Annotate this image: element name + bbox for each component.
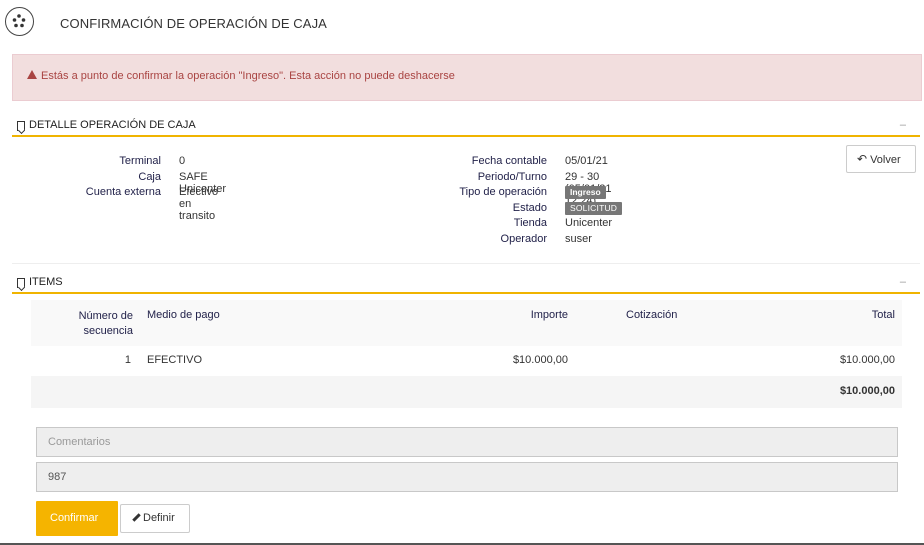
confirm-button[interactable]: Confirmar: [36, 501, 118, 536]
col-total: Total: [871, 309, 895, 321]
page-header: CONFIRMACIÓN DE OPERACIÓN DE CAJA: [0, 0, 924, 48]
bookmark-icon: [17, 278, 25, 288]
terminal-value: 0: [179, 155, 186, 167]
page-title: CONFIRMACIÓN DE OPERACIÓN DE CAJA: [60, 16, 327, 31]
warning-alert: Estás a punto de confirmar la operación …: [12, 54, 922, 101]
define-button[interactable]: Definir: [120, 504, 190, 533]
code-input[interactable]: 987: [36, 462, 898, 492]
row-importe: $10.000,00: [512, 354, 568, 366]
undo-arrow-icon: ↶: [857, 152, 868, 166]
items-table: Número de secuencia Medio de pago Import…: [31, 300, 902, 408]
col-cotizacion: Cotización: [626, 309, 678, 321]
estado-label: Estado: [512, 201, 547, 214]
tienda-value: Unicenter: [565, 217, 613, 229]
terminal-label: Terminal: [119, 155, 161, 167]
col-seq-line1: Número de: [78, 310, 133, 322]
alert-message: Estás a punto de confirmar la operación …: [41, 70, 455, 82]
tipo-operacion-label: Tipo de operación: [459, 186, 547, 198]
table-row: 1 EFECTIVO $10.000,00 $10.000,00: [31, 346, 902, 376]
cuenta-externa-value: Efectivo en transito: [179, 186, 219, 222]
col-seq-line2: secuencia: [83, 325, 133, 337]
comments-input[interactable]: Comentarios: [36, 427, 898, 457]
tienda-label: Tienda: [513, 217, 547, 229]
table-footer: $10.000,00: [31, 376, 902, 408]
estado-badge: SOLICITUD: [565, 201, 623, 215]
collapse-detail-button[interactable]: –: [900, 119, 906, 131]
col-importe: Importe: [530, 309, 568, 321]
items-section-header[interactable]: ITEMS –: [12, 274, 920, 294]
items-section-title: ITEMS: [29, 276, 63, 288]
comments-placeholder: Comentarios: [48, 436, 111, 448]
caja-label: Caja: [138, 170, 161, 183]
grand-total: $10.000,00: [839, 385, 895, 397]
back-button[interactable]: ↶ Volver: [846, 145, 916, 173]
code-value: 987: [48, 471, 67, 483]
tipo-operacion-badge: Ingreso: [565, 186, 606, 199]
pencil-icon: [132, 513, 141, 522]
periodo-turno-label: Periodo/Turno: [477, 170, 547, 183]
operador-label: Operador: [500, 232, 547, 245]
col-medio-pago: Medio de pago: [147, 309, 220, 321]
define-button-label: Definir: [143, 512, 175, 524]
detail-section-header[interactable]: DETALLE OPERACIÓN DE CAJA –: [12, 117, 920, 137]
row-seq: 1: [124, 354, 131, 366]
detail-section-title: DETALLE OPERACIÓN DE CAJA: [29, 119, 196, 131]
back-button-label: Volver: [870, 154, 901, 166]
flower-logo-icon[interactable]: [5, 7, 34, 36]
bookmark-icon: [17, 121, 25, 131]
warning-icon: [27, 70, 37, 79]
operador-value: suser: [565, 232, 592, 245]
fecha-contable-label: Fecha contable: [471, 155, 547, 167]
row-medio: EFECTIVO: [147, 354, 203, 366]
table-header: Número de secuencia Medio de pago Import…: [31, 300, 902, 346]
collapse-items-button[interactable]: –: [900, 276, 906, 288]
row-total: $10.000,00: [839, 354, 895, 366]
section-divider: [12, 263, 920, 264]
fecha-contable-value: 05/01/21: [565, 155, 608, 167]
cuenta-externa-label: Cuenta externa: [85, 186, 161, 198]
